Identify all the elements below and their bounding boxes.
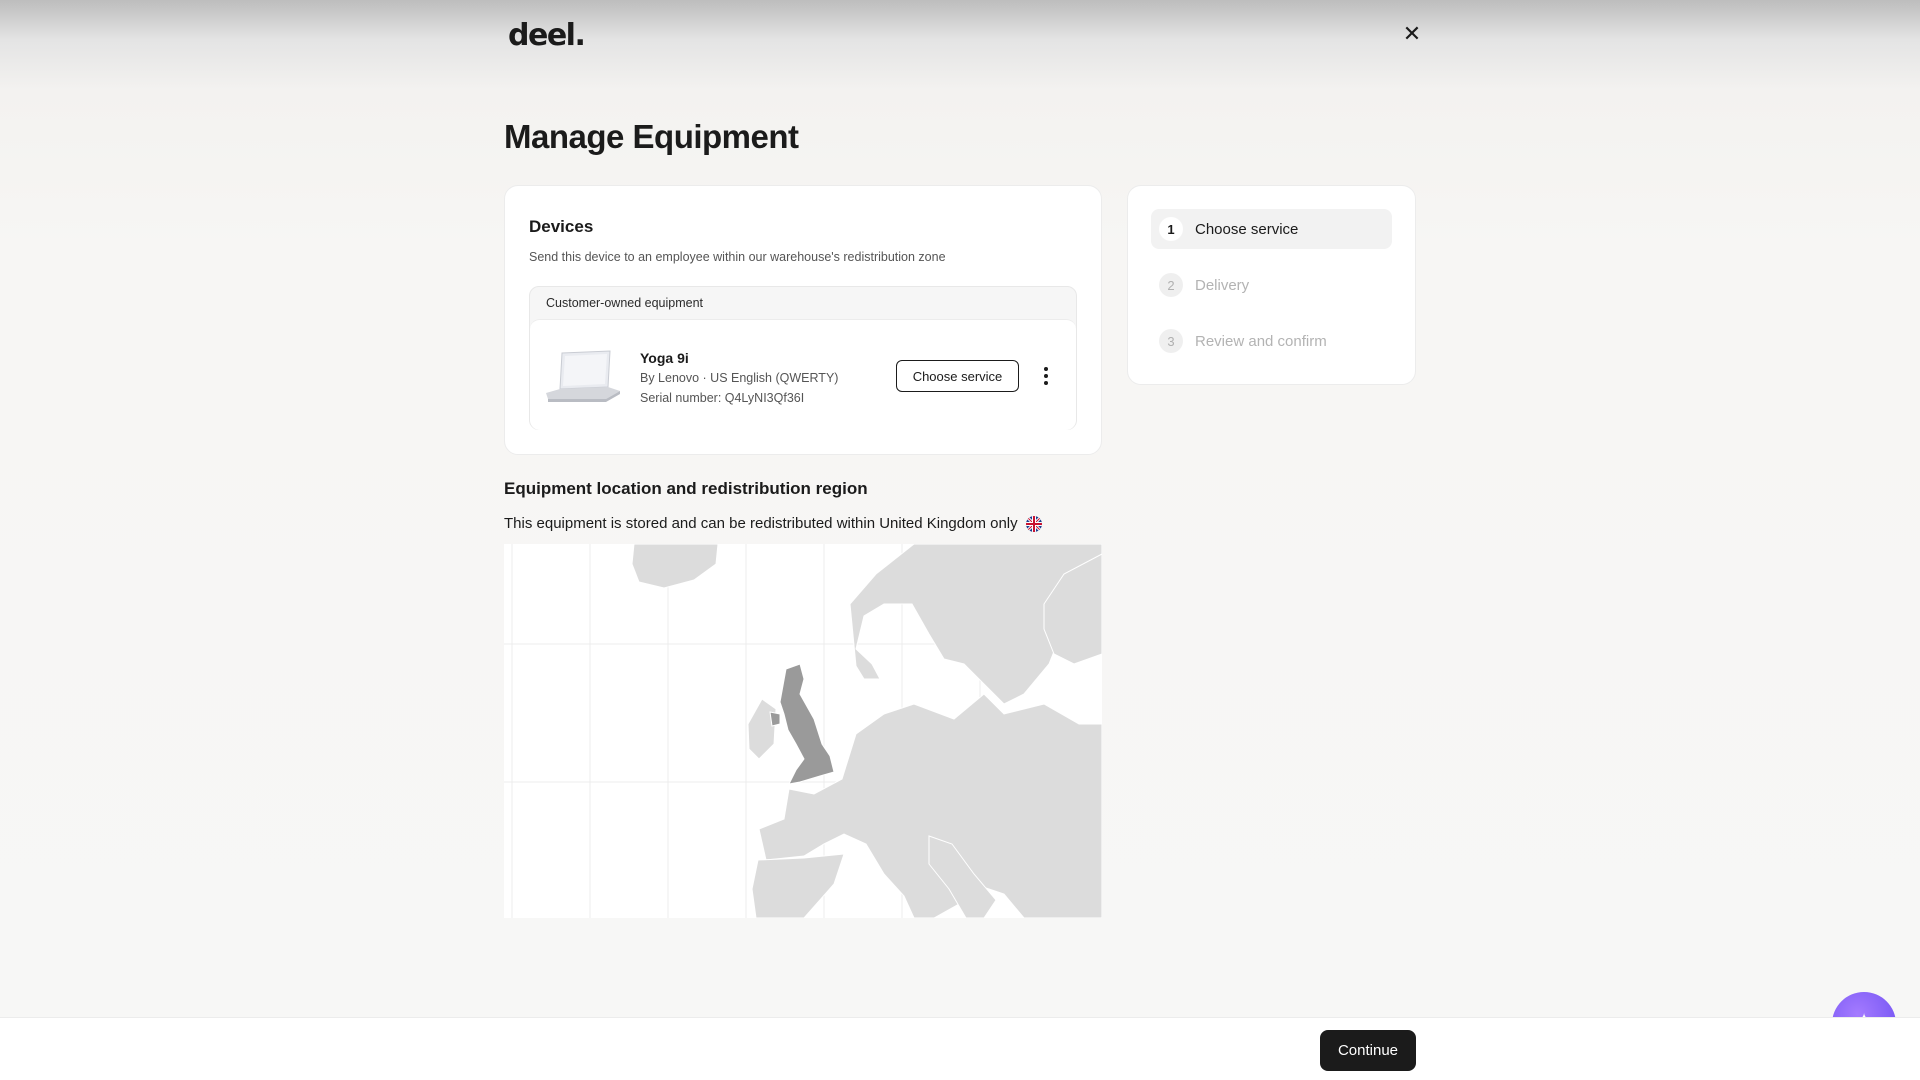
step-number: 3 [1159,329,1183,353]
step-label: Choose service [1195,220,1299,238]
device-serial: Serial number: Q4LyNI3Qf36I [640,391,805,405]
region-text: This equipment is stored and can be redi… [504,515,1018,532]
devices-subtitle: Send this device to an employee within o… [529,250,946,264]
region-text-row: This equipment is stored and can be redi… [504,515,1042,532]
step-number: 2 [1159,273,1183,297]
bottom-bar: Continue [0,1017,1920,1080]
equipment-group: Customer-owned equipment Yoga 9i By Leno… [529,286,1077,430]
equipment-group-label: Customer-owned equipment [546,296,704,310]
iceland-shape [631,544,719,589]
europe-map [504,544,1102,918]
step-review-and-confirm[interactable]: 3 Review and confirm [1151,321,1392,361]
devices-card: Devices Send this device to an employee … [504,185,1102,455]
step-label: Delivery [1195,276,1250,294]
close-icon[interactable]: ✕ [1400,22,1424,46]
step-delivery[interactable]: 2 Delivery [1151,265,1392,305]
continue-button[interactable]: Continue [1320,1030,1416,1071]
region-title: Equipment location and redistribution re… [504,479,868,498]
stepper-card: 1 Choose service 2 Delivery 3 Review and… [1127,185,1416,385]
uk-flag-icon [1025,515,1042,532]
device-meta: By Lenovo · US English (QWERTY) [640,371,839,385]
more-vertical-icon[interactable] [1040,364,1052,388]
deel-logo[interactable]: deel. [508,18,586,53]
device-name: Yoga 9i [640,350,689,366]
iberia-shape [751,853,845,918]
device-row: Yoga 9i By Lenovo · US English (QWERTY) … [530,319,1076,430]
step-label: Review and confirm [1195,332,1327,350]
laptop-icon [546,350,620,402]
northern-ireland-shape [769,711,781,727]
step-number: 1 [1159,217,1183,241]
region-map [504,544,1102,918]
page-title: Manage Equipment [504,118,799,155]
top-bar: deel. ✕ [0,0,1920,72]
devices-title: Devices [529,217,594,236]
step-choose-service[interactable]: 1 Choose service [1151,209,1392,249]
ireland-shape [747,698,777,760]
uk-shape [779,663,835,785]
choose-service-button[interactable]: Choose service [896,360,1019,392]
